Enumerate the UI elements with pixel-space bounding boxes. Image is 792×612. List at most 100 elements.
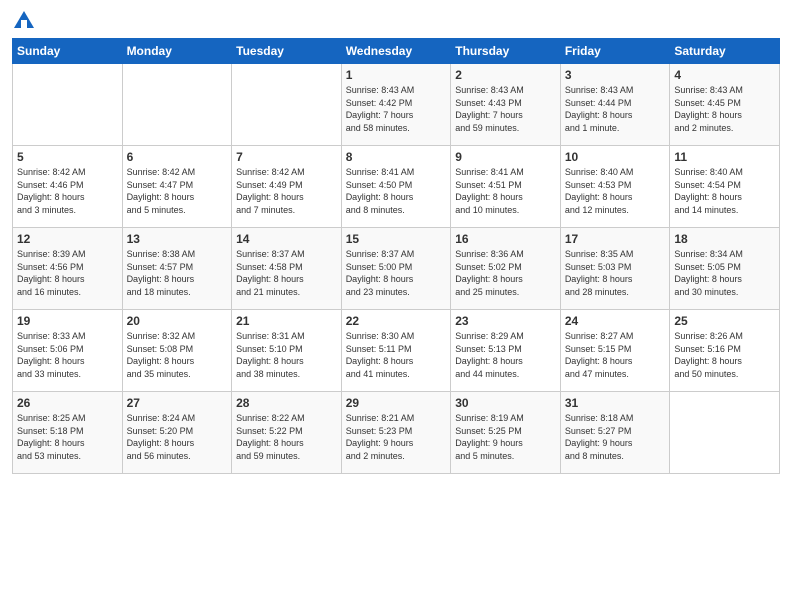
day-number: 10 [565, 150, 666, 164]
day-number: 30 [455, 396, 556, 410]
calendar-week-row: 1 Sunrise: 8:43 AM Sunset: 4:42 PM Daylig… [13, 64, 780, 146]
day-info: Sunrise: 8:37 AM Sunset: 5:00 PM Dayligh… [346, 248, 447, 298]
day-info: Sunrise: 8:32 AM Sunset: 5:08 PM Dayligh… [127, 330, 228, 380]
calendar-day-cell [232, 64, 342, 146]
calendar-day-cell: 15 Sunrise: 8:37 AM Sunset: 5:00 PM Dayli… [341, 228, 451, 310]
day-info: Sunrise: 8:42 AM Sunset: 4:49 PM Dayligh… [236, 166, 337, 216]
day-info: Sunrise: 8:43 AM Sunset: 4:45 PM Dayligh… [674, 84, 775, 134]
day-number: 13 [127, 232, 228, 246]
calendar-day-cell: 28 Sunrise: 8:22 AM Sunset: 5:22 PM Dayli… [232, 392, 342, 474]
day-info: Sunrise: 8:43 AM Sunset: 4:44 PM Dayligh… [565, 84, 666, 134]
day-number: 2 [455, 68, 556, 82]
calendar-week-row: 26 Sunrise: 8:25 AM Sunset: 5:18 PM Dayli… [13, 392, 780, 474]
day-info: Sunrise: 8:30 AM Sunset: 5:11 PM Dayligh… [346, 330, 447, 380]
weekday-header: Thursday [451, 39, 561, 64]
day-info: Sunrise: 8:27 AM Sunset: 5:15 PM Dayligh… [565, 330, 666, 380]
calendar-day-cell: 12 Sunrise: 8:39 AM Sunset: 4:56 PM Dayli… [13, 228, 123, 310]
day-number: 21 [236, 314, 337, 328]
day-number: 24 [565, 314, 666, 328]
calendar-day-cell: 1 Sunrise: 8:43 AM Sunset: 4:42 PM Daylig… [341, 64, 451, 146]
calendar-day-cell: 5Sunrise: 8:42 AM Sunset: 4:46 PM Daylig… [13, 146, 123, 228]
day-info: Sunrise: 8:40 AM Sunset: 4:53 PM Dayligh… [565, 166, 666, 216]
day-number: 27 [127, 396, 228, 410]
calendar-day-cell: 21 Sunrise: 8:31 AM Sunset: 5:10 PM Dayli… [232, 310, 342, 392]
day-info: Sunrise: 8:43 AM Sunset: 4:42 PM Dayligh… [346, 84, 447, 134]
calendar-day-cell: 14 Sunrise: 8:37 AM Sunset: 4:58 PM Dayli… [232, 228, 342, 310]
day-info: Sunrise: 8:19 AM Sunset: 5:25 PM Dayligh… [455, 412, 556, 462]
calendar-day-cell: 8 Sunrise: 8:41 AM Sunset: 4:50 PM Daylig… [341, 146, 451, 228]
weekday-header: Monday [122, 39, 232, 64]
day-info: Sunrise: 8:37 AM Sunset: 4:58 PM Dayligh… [236, 248, 337, 298]
day-number: 11 [674, 150, 775, 164]
calendar-day-cell: 4 Sunrise: 8:43 AM Sunset: 4:45 PM Daylig… [670, 64, 780, 146]
day-number: 4 [674, 68, 775, 82]
day-info: Sunrise: 8:34 AM Sunset: 5:05 PM Dayligh… [674, 248, 775, 298]
day-number: 16 [455, 232, 556, 246]
day-number: 26 [17, 396, 118, 410]
calendar-week-row: 12 Sunrise: 8:39 AM Sunset: 4:56 PM Dayli… [13, 228, 780, 310]
day-number: 18 [674, 232, 775, 246]
calendar-day-cell: 13 Sunrise: 8:38 AM Sunset: 4:57 PM Dayli… [122, 228, 232, 310]
calendar-day-cell [122, 64, 232, 146]
day-number: 12 [17, 232, 118, 246]
calendar-day-cell: 10 Sunrise: 8:40 AM Sunset: 4:53 PM Dayli… [560, 146, 670, 228]
calendar-day-cell: 3 Sunrise: 8:43 AM Sunset: 4:44 PM Daylig… [560, 64, 670, 146]
day-info: Sunrise: 8:40 AM Sunset: 4:54 PM Dayligh… [674, 166, 775, 216]
day-info: Sunrise: 8:21 AM Sunset: 5:23 PM Dayligh… [346, 412, 447, 462]
calendar-day-cell: 26 Sunrise: 8:25 AM Sunset: 5:18 PM Dayli… [13, 392, 123, 474]
day-number: 6 [127, 150, 228, 164]
calendar-day-cell: 30 Sunrise: 8:19 AM Sunset: 5:25 PM Dayli… [451, 392, 561, 474]
day-info: Sunrise: 8:36 AM Sunset: 5:02 PM Dayligh… [455, 248, 556, 298]
calendar-day-cell: 7 Sunrise: 8:42 AM Sunset: 4:49 PM Daylig… [232, 146, 342, 228]
day-number: 22 [346, 314, 447, 328]
day-number: 15 [346, 232, 447, 246]
day-number: 3 [565, 68, 666, 82]
logo [12, 10, 36, 30]
day-info: Sunrise: 8:18 AM Sunset: 5:27 PM Dayligh… [565, 412, 666, 462]
calendar-day-cell: 19Sunrise: 8:33 AM Sunset: 5:06 PM Dayli… [13, 310, 123, 392]
day-info: Sunrise: 8:24 AM Sunset: 5:20 PM Dayligh… [127, 412, 228, 462]
day-number: 7 [236, 150, 337, 164]
calendar-day-cell: 2Sunrise: 8:43 AM Sunset: 4:43 PM Daylig… [451, 64, 561, 146]
logo-icon [13, 10, 35, 30]
day-number: 8 [346, 150, 447, 164]
day-number: 9 [455, 150, 556, 164]
calendar-week-row: 5Sunrise: 8:42 AM Sunset: 4:46 PM Daylig… [13, 146, 780, 228]
day-info: Sunrise: 8:38 AM Sunset: 4:57 PM Dayligh… [127, 248, 228, 298]
day-info: Sunrise: 8:29 AM Sunset: 5:13 PM Dayligh… [455, 330, 556, 380]
day-info: Sunrise: 8:25 AM Sunset: 5:18 PM Dayligh… [17, 412, 118, 462]
weekday-header: Wednesday [341, 39, 451, 64]
day-info: Sunrise: 8:22 AM Sunset: 5:22 PM Dayligh… [236, 412, 337, 462]
calendar-day-cell: 31 Sunrise: 8:18 AM Sunset: 5:27 PM Dayli… [560, 392, 670, 474]
day-number: 14 [236, 232, 337, 246]
day-number: 29 [346, 396, 447, 410]
calendar-day-cell: 9 Sunrise: 8:41 AM Sunset: 4:51 PM Daylig… [451, 146, 561, 228]
day-info: Sunrise: 8:31 AM Sunset: 5:10 PM Dayligh… [236, 330, 337, 380]
day-info: Sunrise: 8:39 AM Sunset: 4:56 PM Dayligh… [17, 248, 118, 298]
calendar-day-cell: 17Sunrise: 8:35 AM Sunset: 5:03 PM Dayli… [560, 228, 670, 310]
calendar-day-cell [13, 64, 123, 146]
day-number: 25 [674, 314, 775, 328]
calendar-day-cell: 23Sunrise: 8:29 AM Sunset: 5:13 PM Dayli… [451, 310, 561, 392]
day-info: Sunrise: 8:41 AM Sunset: 4:51 PM Dayligh… [455, 166, 556, 216]
calendar-day-cell: 6 Sunrise: 8:42 AM Sunset: 4:47 PM Daylig… [122, 146, 232, 228]
day-info: Sunrise: 8:33 AM Sunset: 5:06 PM Dayligh… [17, 330, 118, 380]
calendar-day-cell: 22 Sunrise: 8:30 AM Sunset: 5:11 PM Dayli… [341, 310, 451, 392]
weekday-header: Saturday [670, 39, 780, 64]
calendar-container: SundayMondayTuesdayWednesdayThursdayFrid… [0, 0, 792, 484]
day-number: 17 [565, 232, 666, 246]
day-info: Sunrise: 8:26 AM Sunset: 5:16 PM Dayligh… [674, 330, 775, 380]
day-number: 31 [565, 396, 666, 410]
day-info: Sunrise: 8:42 AM Sunset: 4:47 PM Dayligh… [127, 166, 228, 216]
day-info: Sunrise: 8:41 AM Sunset: 4:50 PM Dayligh… [346, 166, 447, 216]
calendar-day-cell: 16 Sunrise: 8:36 AM Sunset: 5:02 PM Dayli… [451, 228, 561, 310]
calendar-day-cell [670, 392, 780, 474]
calendar-day-cell: 29 Sunrise: 8:21 AM Sunset: 5:23 PM Dayli… [341, 392, 451, 474]
day-number: 1 [346, 68, 447, 82]
day-number: 28 [236, 396, 337, 410]
calendar-day-cell: 24 Sunrise: 8:27 AM Sunset: 5:15 PM Dayli… [560, 310, 670, 392]
calendar-week-row: 19Sunrise: 8:33 AM Sunset: 5:06 PM Dayli… [13, 310, 780, 392]
day-number: 20 [127, 314, 228, 328]
weekday-header: Friday [560, 39, 670, 64]
calendar-day-cell: 25 Sunrise: 8:26 AM Sunset: 5:16 PM Dayli… [670, 310, 780, 392]
